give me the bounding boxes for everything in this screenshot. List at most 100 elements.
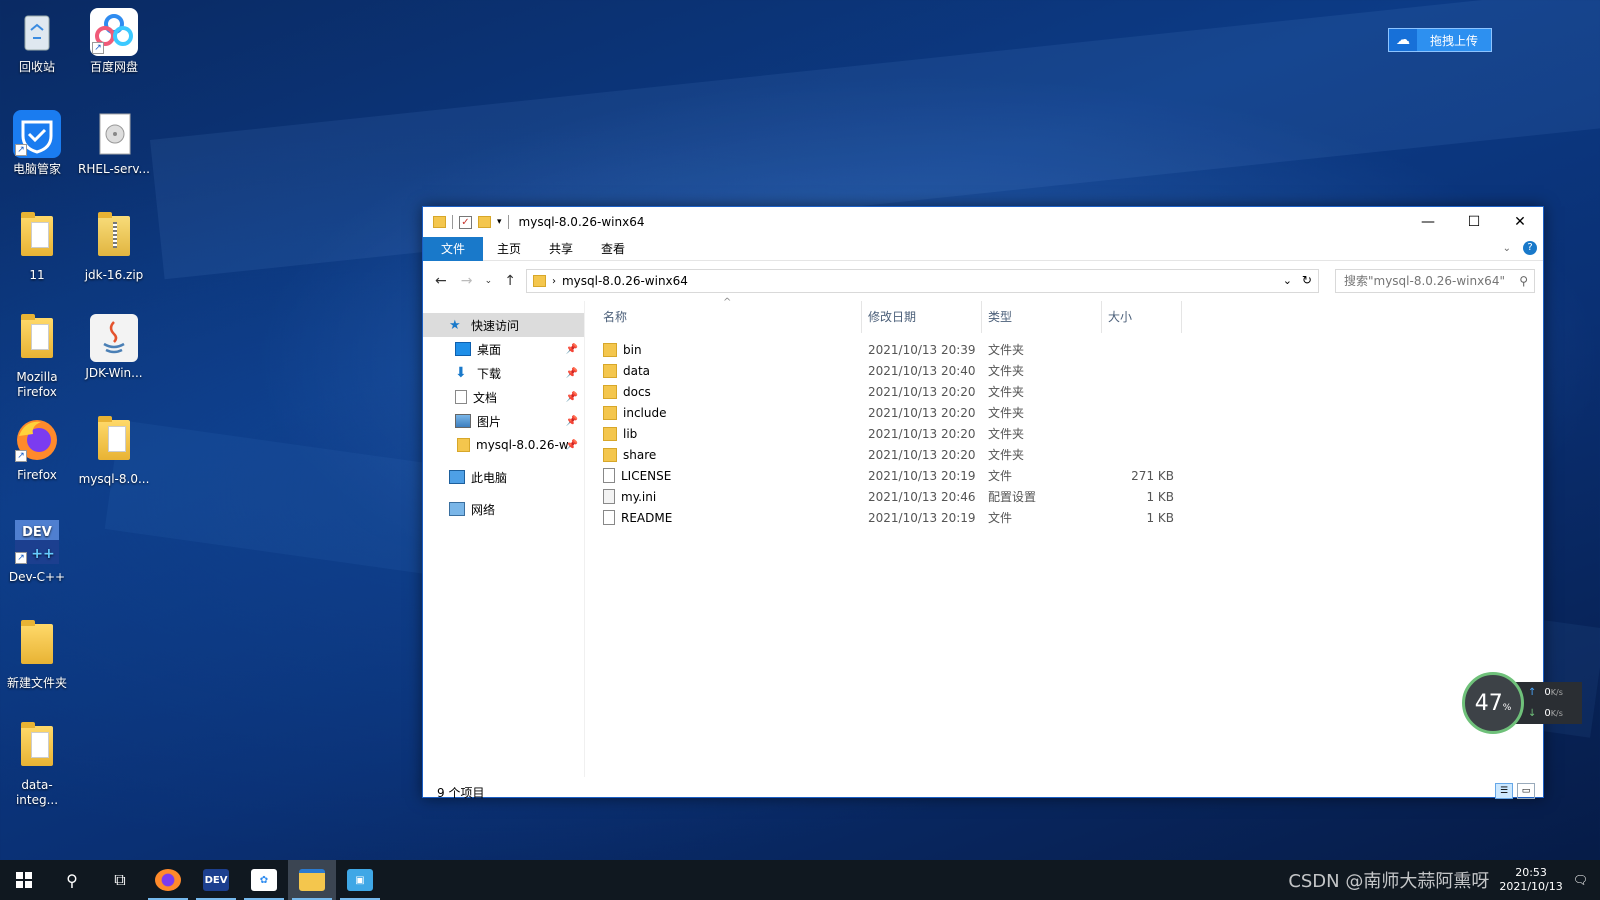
clock[interactable]: 20:53 2021/10/13 (1499, 866, 1562, 894)
notification-icon[interactable]: 🗨 (1573, 873, 1588, 887)
nav-item-mysql-folder[interactable]: mysql-8.0.26-w 📌 (423, 433, 584, 457)
svg-text:++: ++ (31, 546, 54, 562)
close-button[interactable]: ✕ (1497, 207, 1543, 237)
new-folder-icon[interactable] (478, 216, 491, 228)
taskbar-baidu-netdisk[interactable]: ✿ (240, 860, 288, 900)
taskbar-devcpp[interactable]: DEV (192, 860, 240, 900)
desktop-icon-firefox[interactable]: ↗ Firefox (1, 416, 73, 483)
taskbar-remote-app[interactable]: ▣ (336, 860, 384, 900)
forward-button[interactable]: → (457, 273, 477, 289)
config-file-icon (603, 489, 615, 504)
desktop-icon-new-folder[interactable]: 新建文件夹 (1, 620, 73, 691)
column-header-name[interactable]: 名称 (603, 301, 862, 333)
tab-home[interactable]: 主页 (483, 237, 535, 261)
customize-toolbar-icon[interactable]: ▾ (497, 217, 502, 227)
breadcrumb[interactable]: mysql-8.0.26-winx64 (562, 274, 688, 288)
file-row[interactable]: docs 2021/10/13 20:20 文件夹 (585, 381, 1543, 402)
file-row[interactable]: bin 2021/10/13 20:39 文件夹 (585, 339, 1543, 360)
recent-locations-button[interactable]: ⌄ (482, 276, 494, 286)
pin-icon[interactable]: 📌 (566, 416, 578, 427)
file-row[interactable]: my.ini 2021/10/13 20:46 配置设置 1 KB (585, 486, 1543, 507)
file-row[interactable]: include 2021/10/13 20:20 文件夹 (585, 402, 1543, 423)
file-row[interactable]: share 2021/10/13 20:20 文件夹 (585, 444, 1543, 465)
nav-item-pictures[interactable]: 图片 📌 (423, 409, 584, 433)
baidu-netdisk-icon: ↗ (90, 8, 138, 56)
clock-date: 2021/10/13 (1499, 880, 1563, 893)
ribbon-tabs: 文件 主页 共享 查看 ⌄ ? (423, 236, 1543, 261)
nav-item-network[interactable]: 网络 (423, 497, 584, 521)
column-header-type[interactable]: 类型 (982, 301, 1102, 333)
file-explorer-icon (299, 869, 325, 891)
search-box[interactable]: ⚲ (1334, 269, 1535, 293)
file-list[interactable]: ^ 名称 修改日期 类型 大小 bin 2021/10/13 20:39 文件夹 da… (585, 297, 1543, 777)
file-date: 2021/10/13 20:39 (868, 342, 976, 357)
search-icon[interactable]: ⚲ (1519, 274, 1528, 288)
nav-item-downloads[interactable]: ⬇ 下载 📌 (423, 361, 584, 385)
back-button[interactable]: ← (431, 273, 451, 289)
taskbar-file-explorer[interactable] (288, 860, 336, 900)
tab-file[interactable]: 文件 (423, 236, 484, 261)
file-name-cell: bin (603, 342, 862, 357)
desktop-icon-baidu-netdisk[interactable]: ↗ 百度网盘 (78, 8, 150, 75)
file-date: 2021/10/13 20:19 (868, 510, 976, 525)
pin-icon[interactable]: 📌 (566, 392, 578, 403)
desktop-icon-rhel-iso[interactable]: RHEL-serv... (78, 110, 150, 177)
file-row[interactable]: data 2021/10/13 20:40 文件夹 (585, 360, 1543, 381)
nav-item-quick-access[interactable]: ★ 快速访问 (423, 313, 584, 337)
nav-item-this-pc[interactable]: 此电脑 (423, 465, 584, 489)
column-header-size[interactable]: 大小 (1102, 301, 1182, 333)
file-name: share (623, 447, 657, 462)
column-header-date[interactable]: 修改日期 (862, 301, 982, 333)
nav-item-label: 文档 (473, 390, 498, 405)
tab-share[interactable]: 共享 (535, 237, 587, 261)
desktop-icon-mysql-folder[interactable]: mysql-8.0... (78, 416, 150, 487)
address-dropdown-icon[interactable]: ⌄ (1283, 274, 1292, 287)
download-arrow-icon: ↓ (1528, 708, 1537, 719)
pc-manager-icon: ↗ (13, 110, 61, 158)
up-button[interactable]: ↑ (500, 273, 520, 289)
details-view-icon[interactable]: ☰ (1495, 783, 1513, 799)
pin-icon[interactable]: 📌 (566, 368, 578, 379)
file-type: 文件夹 (988, 448, 1025, 462)
file-date: 2021/10/13 20:20 (868, 426, 976, 441)
desktop-icon-label: Dev-C++ (8, 570, 66, 584)
help-icon[interactable]: ? (1523, 241, 1537, 255)
search-button[interactable]: ⚲ (48, 860, 96, 900)
desktop-icon-folder-11[interactable]: 11 (1, 212, 73, 283)
expand-ribbon-icon[interactable]: ⌄ (1503, 243, 1511, 254)
desktop-icon-jdk-installer[interactable]: JDK-Win... (78, 314, 150, 381)
network-speed-widget[interactable]: ↑ 0K/s ↓ 0K/s 47% (1462, 672, 1582, 734)
refresh-icon[interactable]: ↻ (1302, 273, 1312, 287)
address-bar[interactable]: › mysql-8.0.26-winx64 ⌄ ↻ (525, 269, 1319, 293)
drag-upload-button[interactable]: ☁ 拖拽上传 (1388, 28, 1492, 52)
explorer-window[interactable]: ✓ ▾ mysql-8.0.26-winx64 — ☐ ✕ 文件 主页 共享 查… (422, 206, 1544, 800)
title-bar[interactable]: ✓ ▾ mysql-8.0.26-winx64 — ☐ ✕ (423, 207, 1543, 237)
maximize-button[interactable]: ☐ (1451, 207, 1497, 237)
window-controls: — ☐ ✕ (1405, 207, 1543, 237)
desktop-icon-recycle-bin[interactable]: 回收站 (1, 8, 73, 75)
taskbar-firefox[interactable] (144, 860, 192, 900)
zip-folder-icon (98, 212, 130, 256)
file-row[interactable]: lib 2021/10/13 20:20 文件夹 (585, 423, 1543, 444)
desktop-icon-mozilla-firefox-folder[interactable]: Mozilla Firefox (1, 314, 73, 400)
tab-view[interactable]: 查看 (587, 237, 639, 261)
desktop-icon-pc-manager[interactable]: ↗ 电脑管家 (1, 110, 73, 177)
desktop-icon-devcpp[interactable]: DEV ++ ↗ Dev-C++ (1, 518, 73, 585)
file-row[interactable]: README 2021/10/13 20:19 文件 1 KB (585, 507, 1543, 528)
nav-item-documents[interactable]: 文档 📌 (423, 385, 584, 409)
file-type: 文件 (988, 469, 1013, 483)
pin-icon[interactable]: 📌 (566, 440, 578, 451)
task-view-button[interactable]: ⧉ (96, 860, 144, 900)
explorer-body: ★ 快速访问 桌面 📌 ⬇ 下载 📌 文档 📌 图片 📌 mysql-8.0.2… (423, 297, 1543, 777)
search-input[interactable] (1343, 274, 1514, 288)
large-icons-view-icon[interactable]: ▭ (1517, 783, 1535, 799)
breadcrumb-separator-icon[interactable]: › (552, 276, 556, 287)
pin-icon[interactable]: 📌 (566, 344, 578, 355)
properties-icon[interactable]: ✓ (459, 215, 472, 229)
minimize-button[interactable]: — (1405, 207, 1451, 237)
start-button[interactable] (0, 860, 48, 900)
nav-item-desktop[interactable]: 桌面 📌 (423, 337, 584, 361)
desktop-icon-data-integ[interactable]: data-integ... (1, 722, 73, 808)
desktop-icon-jdk-zip[interactable]: jdk-16.zip (78, 212, 150, 283)
file-row[interactable]: LICENSE 2021/10/13 20:19 文件 271 KB (585, 465, 1543, 486)
